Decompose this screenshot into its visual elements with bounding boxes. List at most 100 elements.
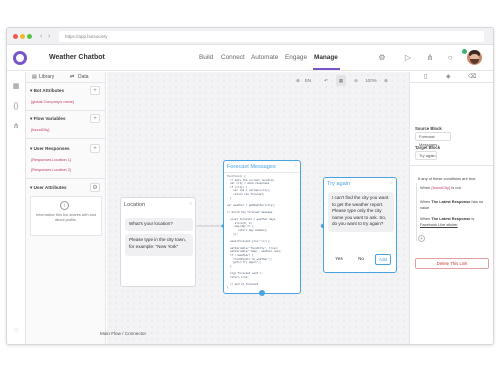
location-node[interactable]: Location ○ What's your location? Please … <box>120 197 196 287</box>
condition-prefix: When <box>420 185 431 190</box>
user-attributes-info: Information this bot shares with and abo… <box>36 213 96 222</box>
help-icon[interactable]: ◌ <box>11 326 21 336</box>
tab-build[interactable]: Build <box>199 45 213 71</box>
user-responses-label: User Responses <box>33 146 70 151</box>
list-item[interactable]: {foundCity} <box>31 127 50 133</box>
settings-gear-icon[interactable]: ⚙ <box>377 53 387 63</box>
flow-variables-title[interactable]: ▾ Flow Variables <box>30 116 66 122</box>
bot-attributes-label: Bot Attributes <box>33 88 65 93</box>
flow-canvas[interactable]: ⊕ EN ↶ ▦ ⊖ 100% ⊕ Location ○ What's your… <box>107 72 409 344</box>
library-icon[interactable]: ▤ <box>32 72 37 83</box>
try-again-message: I can't find the city you want to get th… <box>328 192 394 232</box>
url-field[interactable]: https://app.botsociety <box>59 31 484 42</box>
forward-arrow-icon[interactable]: › <box>48 31 50 42</box>
online-status-dot <box>462 49 467 54</box>
tab-engage[interactable]: Engage <box>285 45 307 71</box>
left-panel: ▤ Library ⇄ Data ▾ Bot Attributes + {glo… <box>26 72 106 344</box>
left-panel-tabs: ▤ Library ⇄ Data <box>26 72 106 83</box>
styles-icon[interactable]: ◈ <box>446 73 451 80</box>
maximize-dot[interactable] <box>27 34 32 39</box>
avatar[interactable] <box>467 50 482 65</box>
browser-window: ‹ › https://app.botsociety Weather Chatb… <box>6 27 494 345</box>
code-editor[interactable]: function() { // Gets the current locatio… <box>227 175 299 292</box>
user-responses-title[interactable]: ▾ User Responses <box>30 146 70 152</box>
condition-1[interactable]: When {foundCity} is not <box>420 185 492 191</box>
divider <box>26 178 106 179</box>
conditions-title: If any of these conditions are true <box>418 176 476 181</box>
list-item[interactable]: {global.Company's name} <box>31 99 74 105</box>
right-panel-tabs: ▯ ◈ ⌫ <box>410 72 493 83</box>
user-attributes-settings-button[interactable]: ⚙ <box>90 183 100 192</box>
tab-automate[interactable]: Automate <box>251 45 278 71</box>
condition-value: value <box>420 204 430 210</box>
app-logo[interactable] <box>13 51 27 65</box>
user-attributes-label: User Attributes <box>33 185 67 190</box>
condition-subject: The Latest Response <box>431 216 471 221</box>
browser-toolbar: ‹ › https://app.botsociety <box>7 28 493 45</box>
add-bot-attribute-button[interactable]: + <box>90 86 100 95</box>
share-icon[interactable]: ⋔ <box>425 53 435 63</box>
condition-suffix: is not <box>451 185 461 190</box>
divider <box>410 165 493 166</box>
add-node-handle[interactable] <box>259 290 265 296</box>
add-button[interactable]: Add <box>375 254 391 265</box>
node-menu-icon[interactable]: ○ <box>390 180 393 186</box>
forecast-node-title: Forecast Messages <box>227 164 276 170</box>
right-panel: ▯ ◈ ⌫ Source Block Forecast Messages Tar… <box>409 72 493 344</box>
flow-variables-label: Flow Variables <box>33 116 66 121</box>
add-user-response-button[interactable]: + <box>90 144 100 153</box>
code-icon[interactable]: {} <box>11 102 21 112</box>
target-block-field[interactable]: Try again <box>415 151 437 160</box>
tab-library[interactable]: Library <box>39 72 54 83</box>
divider <box>224 172 300 173</box>
list-item[interactable]: {Responses.Location 2} <box>31 167 71 173</box>
forecast-node[interactable]: Forecast Messages ○ function() { // Gets… <box>223 160 301 294</box>
condition-suffix: is <box>471 216 475 221</box>
condition-prefix: When <box>420 216 431 221</box>
back-arrow-icon[interactable]: ‹ <box>40 31 42 42</box>
breadcrumb-connector[interactable]: Connector <box>125 331 146 336</box>
list-item[interactable]: {Responses.Location 1} <box>31 157 71 163</box>
info-icon: i <box>60 201 69 210</box>
notification-icon[interactable]: ○ <box>445 53 455 63</box>
bot-attributes-title[interactable]: ▾ Bot Attributes <box>30 88 64 94</box>
app-title: Weather Chatbot <box>49 54 105 61</box>
add-condition-icon[interactable]: + <box>418 235 425 242</box>
layout-icon[interactable]: ▦ <box>11 82 21 92</box>
add-flow-variable-button[interactable]: + <box>90 114 100 123</box>
source-block-label: Source Block <box>415 126 442 131</box>
close-dot[interactable] <box>13 34 18 39</box>
source-block-field[interactable]: Forecast Messages <box>415 132 451 147</box>
location-followup: Please type in the city town, for exampl… <box>125 234 193 256</box>
icon-rail: ▦ {} ⋔ ◌ <box>7 72 26 344</box>
delete-icon[interactable]: ⌫ <box>468 73 476 80</box>
data-icon[interactable]: ⇄ <box>70 72 74 83</box>
user-attributes-title[interactable]: ▾ User Attributes <box>30 185 67 191</box>
location-message: What's your location? <box>125 218 193 231</box>
node-menu-icon[interactable]: ○ <box>189 201 192 207</box>
try-again-node-title: Try again <box>327 181 351 187</box>
target-block-label: Target Block <box>415 145 441 150</box>
hierarchy-icon[interactable]: ⋔ <box>11 122 21 132</box>
app-header: Weather Chatbot Build Connect Automate E… <box>7 45 493 71</box>
no-button[interactable]: No <box>353 254 369 265</box>
yes-button[interactable]: Yes <box>331 254 347 265</box>
condition-2[interactable]: When The Latest Response has no value <box>420 199 492 210</box>
node-menu-icon[interactable]: ○ <box>294 163 297 169</box>
condition-value: Facebook Like sticker <box>420 221 458 227</box>
condition-3[interactable]: When The Latest Response is Facebook Like… <box>420 216 492 227</box>
properties-icon[interactable]: ▯ <box>424 73 427 80</box>
breadcrumb-main-flow[interactable]: Main Flow <box>100 331 121 336</box>
condition-prefix: When <box>420 199 431 204</box>
page: ‹ › https://app.botsociety Weather Chatb… <box>0 0 500 375</box>
tab-data[interactable]: Data <box>78 72 89 83</box>
tab-connect[interactable]: Connect <box>221 45 245 71</box>
play-icon[interactable]: ▷ <box>403 53 413 63</box>
try-again-node[interactable]: Try again ○ I can't find the city you wa… <box>323 177 397 273</box>
condition-suffix: has no <box>471 199 484 204</box>
delete-link-button[interactable]: Delete This Link <box>415 258 489 269</box>
condition-subject: The Latest Response <box>431 199 471 204</box>
minimize-dot[interactable] <box>20 34 25 39</box>
condition-tag: {foundCity} <box>431 185 451 190</box>
breadcrumb: Main Flow / Connector <box>100 331 146 336</box>
